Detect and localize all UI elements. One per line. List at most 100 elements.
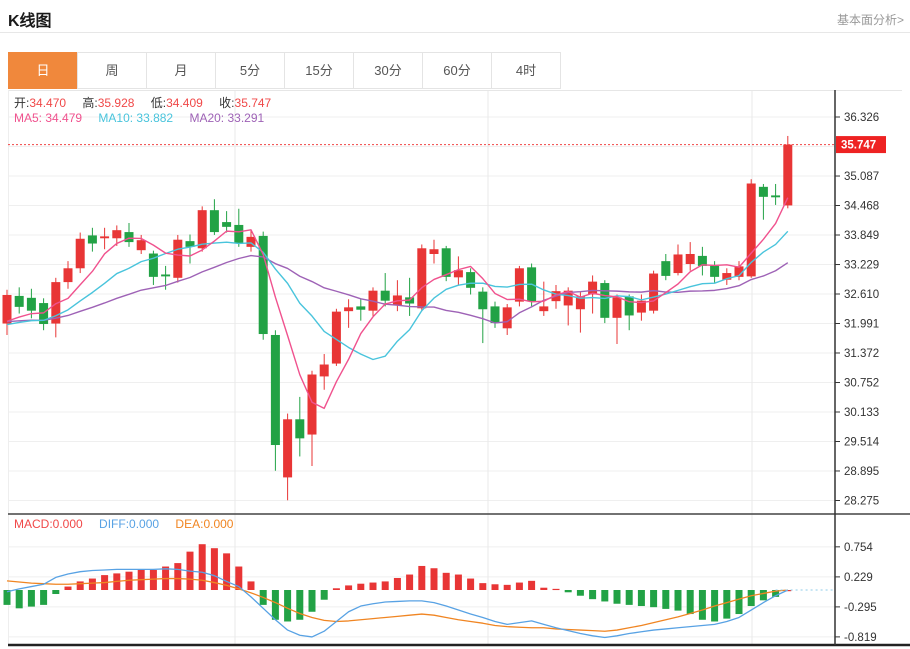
macd-bar [455,575,462,590]
macd-bar [248,581,255,590]
axis-tick-label: -0.819 [844,632,877,644]
candle-body [295,419,304,438]
macd-bar [345,585,352,590]
ma5-value: 34.479 [45,111,82,125]
macd-bar [28,590,35,607]
axis-tick-label: 31.372 [844,348,879,360]
macd-bar [662,590,669,609]
axis-tick-label: 31.991 [844,318,879,330]
macd-bar [687,590,694,614]
tab-60min[interactable]: 60分 [422,52,492,89]
macd-bar [150,570,157,590]
price-axis: 36.32635.08734.46833.84933.22932.61031.9… [835,112,880,508]
diff-label: DIFF: [99,517,129,531]
candle-body [674,254,683,273]
tab-30min[interactable]: 30分 [353,52,423,89]
open-value: 34.470 [29,96,66,110]
candle-body [539,306,548,311]
candle-body [491,306,500,323]
kline-chart-canvas: 36.32635.08734.46833.84933.22932.61031.9… [0,90,910,649]
macd-bar [528,581,535,590]
macd-bar [4,590,11,605]
axis-tick-label: 36.326 [844,112,879,124]
macd-bar [723,590,730,619]
tab-day[interactable]: 日 [8,52,78,89]
axis-tick-label: 30.752 [844,378,879,390]
fundamental-analysis-link[interactable]: 基本面分析> [837,11,904,28]
borders-layer [8,90,910,645]
candle-body [417,248,426,308]
macd-bar [65,587,72,590]
candle-body [125,232,134,242]
candle-body [271,335,280,445]
candle-body [503,307,512,328]
candle-body [15,296,24,307]
low-value: 34.409 [166,96,203,110]
macd-bar [589,590,596,599]
candle-body [613,297,622,317]
candle-body [710,266,719,277]
axis-tick-label: 33.229 [844,260,879,272]
macd-bar [357,584,364,590]
macd-bar [565,590,572,592]
macd-bar [626,590,633,605]
candle-body [112,230,121,238]
macd-bar [382,581,389,590]
tab-15min[interactable]: 15分 [284,52,354,89]
candle-body [430,249,439,254]
tab-month[interactable]: 月 [146,52,216,89]
macd-bar [614,590,621,604]
axis-tick-label: 33.849 [844,230,879,242]
macd-value: 0.000 [53,517,83,531]
macd-bar [736,590,743,614]
ma20-label: MA20: [189,111,227,125]
macd-bar [675,590,682,611]
macd-bar [321,590,328,600]
period-tabs: 日 周 月 5分 15分 30分 60分 4时 [8,52,561,89]
macd-readout: MACD:0.000 DIFF:0.000 DEA:0.000 [14,517,246,531]
candle-body [344,307,353,311]
axis-tick-label: 29.514 [844,436,880,448]
macd-bar [418,566,425,590]
diff-value: 0.000 [129,517,159,531]
kline-chart-area[interactable]: 36.32635.08734.46833.84933.22932.61031.9… [0,90,910,649]
axis-tick-label: 28.275 [844,496,879,508]
macd-bar [553,589,560,590]
candle-body [222,222,231,227]
ma20-value: 33.291 [227,111,264,125]
macd-bar [406,575,413,590]
candle-body [686,254,695,264]
tab-4hour[interactable]: 4时 [491,52,561,89]
macd-bar [333,588,340,590]
candle-body [173,240,182,278]
macd-bar [699,590,706,620]
axis-tick-label: 32.610 [844,289,879,301]
dea-label: DEA: [175,517,203,531]
ohlc-readout: 开:34.470 高:35.928 低:34.409 收:35.747 [14,94,284,111]
candle-body [478,292,487,310]
macd-axis: 0.7540.229-0.295-0.819 [835,542,877,644]
open-label: 开: [14,96,29,110]
candle-body [76,239,85,269]
candle-body [466,272,475,288]
tab-week[interactable]: 周 [77,52,147,89]
axis-tick-label: 30.133 [844,407,879,419]
macd-bar [199,544,206,590]
macd-bar [16,590,23,608]
page-title: K线图 [8,7,52,31]
candles-layer [3,136,793,500]
tab-5min[interactable]: 5分 [215,52,285,89]
candle-body [210,210,219,232]
macd-bar [174,563,181,590]
macd-bar [296,590,303,620]
macd-bar [77,581,84,590]
candle-body [625,296,634,315]
axis-tick-label: 0.229 [844,572,873,584]
close-value: 35.747 [235,96,272,110]
low-label: 低: [151,96,166,110]
candle-body [356,306,365,309]
macd-bar [748,590,755,606]
grid-layer [8,90,902,645]
candle-body [234,225,243,243]
candle-body [161,274,170,276]
